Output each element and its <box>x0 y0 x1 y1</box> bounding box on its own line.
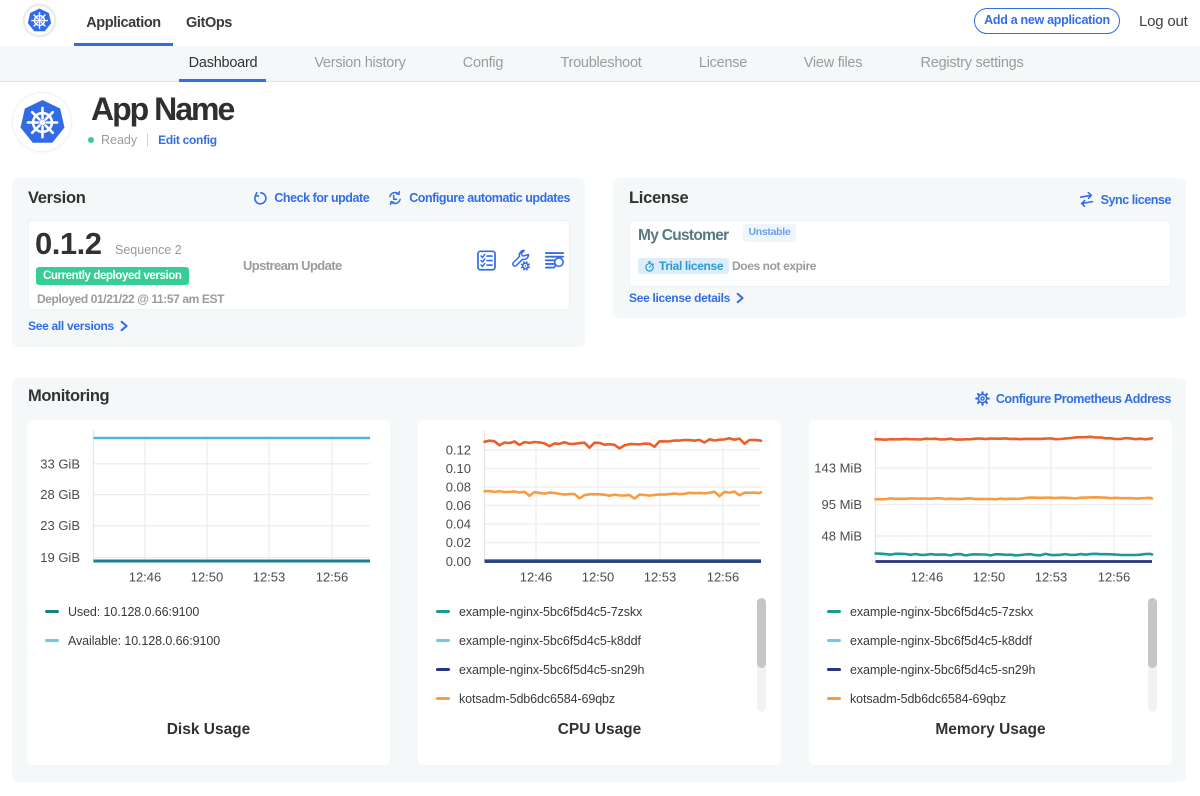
svg-text:33 GiB: 33 GiB <box>40 456 80 471</box>
svg-text:12:56: 12:56 <box>1098 570 1131 585</box>
svg-text:0.02: 0.02 <box>446 535 471 550</box>
svg-text:95 MiB: 95 MiB <box>822 497 862 512</box>
svg-text:12:56: 12:56 <box>316 570 349 585</box>
svg-text:0.12: 0.12 <box>446 443 471 458</box>
svg-text:19 GiB: 19 GiB <box>40 550 80 565</box>
svg-text:12:50: 12:50 <box>973 570 1006 585</box>
svg-text:28 GiB: 28 GiB <box>40 487 80 502</box>
svg-text:12:53: 12:53 <box>644 570 677 585</box>
svg-text:0.00: 0.00 <box>446 554 471 569</box>
svg-text:0.06: 0.06 <box>446 498 471 513</box>
svg-text:48 MiB: 48 MiB <box>822 529 862 544</box>
svg-text:0.10: 0.10 <box>446 461 471 476</box>
svg-text:143 MiB: 143 MiB <box>814 461 862 476</box>
svg-text:12:46: 12:46 <box>129 570 162 585</box>
svg-text:12:50: 12:50 <box>582 570 615 585</box>
svg-text:23 GiB: 23 GiB <box>40 518 80 533</box>
svg-text:12:50: 12:50 <box>191 570 224 585</box>
svg-text:12:56: 12:56 <box>707 570 740 585</box>
svg-text:0.04: 0.04 <box>446 517 471 532</box>
svg-text:12:46: 12:46 <box>520 570 553 585</box>
svg-text:12:53: 12:53 <box>253 570 286 585</box>
svg-text:0.08: 0.08 <box>446 480 471 495</box>
svg-text:12:53: 12:53 <box>1035 570 1068 585</box>
svg-text:12:46: 12:46 <box>911 570 944 585</box>
